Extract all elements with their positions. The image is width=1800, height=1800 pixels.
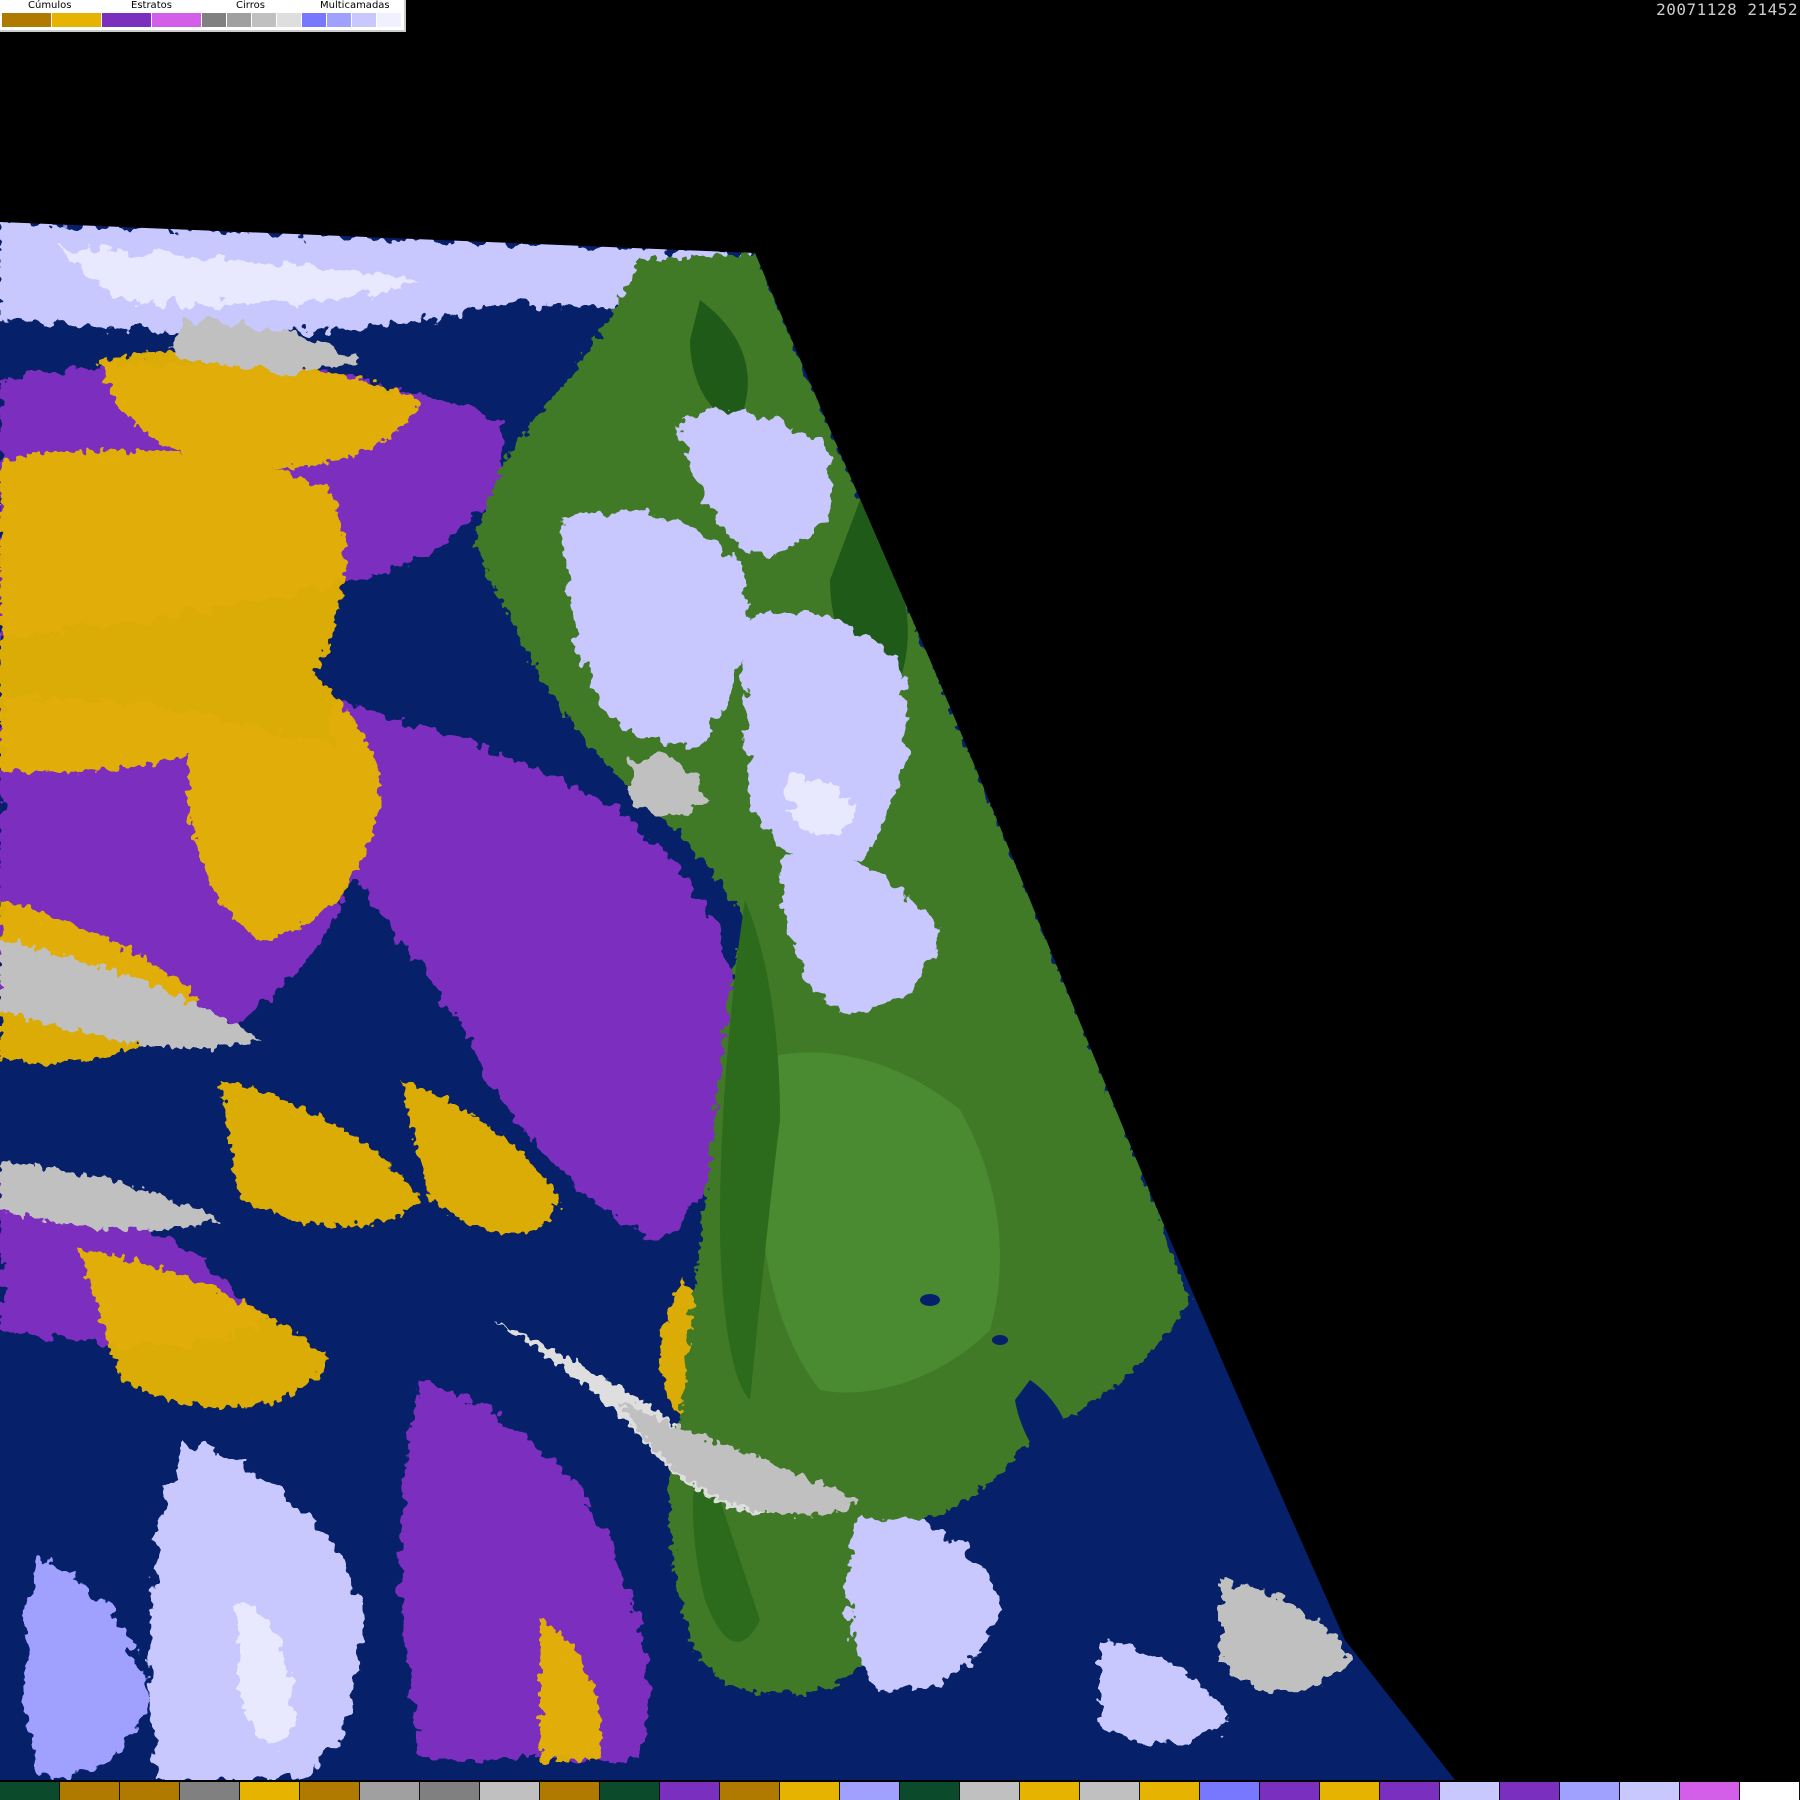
legend-swatch-0-0 (2, 13, 52, 27)
legend-swatch-3-2 (352, 13, 377, 27)
strip-cell (1020, 1782, 1080, 1800)
strip-cell (1560, 1782, 1620, 1800)
strip-cell (300, 1782, 360, 1800)
strip-cell (240, 1782, 300, 1800)
legend-label-cumulos: Cúmulos (28, 0, 72, 11)
strip-cell (1440, 1782, 1500, 1800)
cloud-type-legend: Cúmulos Estratos Cirros Multicamadas (0, 0, 406, 32)
legend-swatch-3-3 (377, 13, 402, 27)
strip-cell (180, 1782, 240, 1800)
strip-cell (1740, 1782, 1800, 1800)
strip-cell (600, 1782, 660, 1800)
strip-cell (360, 1782, 420, 1800)
legend-labels: Cúmulos Estratos Cirros Multicamadas (0, 0, 404, 12)
strip-cell (120, 1782, 180, 1800)
strip-cell (1320, 1782, 1380, 1800)
satellite-cloud-map (0, 222, 1455, 1780)
legend-swatch-2-1 (227, 13, 252, 27)
strip-cell (1260, 1782, 1320, 1800)
strip-cell (0, 1782, 60, 1800)
strip-cell (1200, 1782, 1260, 1800)
strip-cell (480, 1782, 540, 1800)
strip-cell (960, 1782, 1020, 1800)
strip-cell (660, 1782, 720, 1800)
strip-cell (900, 1782, 960, 1800)
legend-swatch-2-0 (202, 13, 227, 27)
strip-cell (1080, 1782, 1140, 1800)
bottom-color-strip (0, 1782, 1800, 1800)
legend-swatch-2-2 (252, 13, 277, 27)
strip-cell (780, 1782, 840, 1800)
strip-cell (60, 1782, 120, 1800)
legend-swatch-3-0 (302, 13, 327, 27)
strip-cell (420, 1782, 480, 1800)
strip-cell (1680, 1782, 1740, 1800)
legend-swatch-1-0 (102, 13, 152, 27)
legend-label-multicamadas: Multicamadas (320, 0, 390, 11)
legend-swatch-0-1 (52, 13, 102, 27)
legend-swatches (2, 13, 402, 27)
legend-swatch-3-1 (327, 13, 352, 27)
strip-cell (1500, 1782, 1560, 1800)
strip-cell (540, 1782, 600, 1800)
strip-cell (1140, 1782, 1200, 1800)
legend-swatch-1-1 (152, 13, 202, 27)
strip-cell (720, 1782, 780, 1800)
legend-label-estratos: Estratos (131, 0, 172, 11)
legend-swatch-2-3 (277, 13, 302, 27)
timestamp: 20071128 21452 (1656, 0, 1798, 19)
legend-label-cirros: Cirros (236, 0, 265, 11)
strip-cell (840, 1782, 900, 1800)
strip-cell (1380, 1782, 1440, 1800)
strip-cell (1620, 1782, 1680, 1800)
